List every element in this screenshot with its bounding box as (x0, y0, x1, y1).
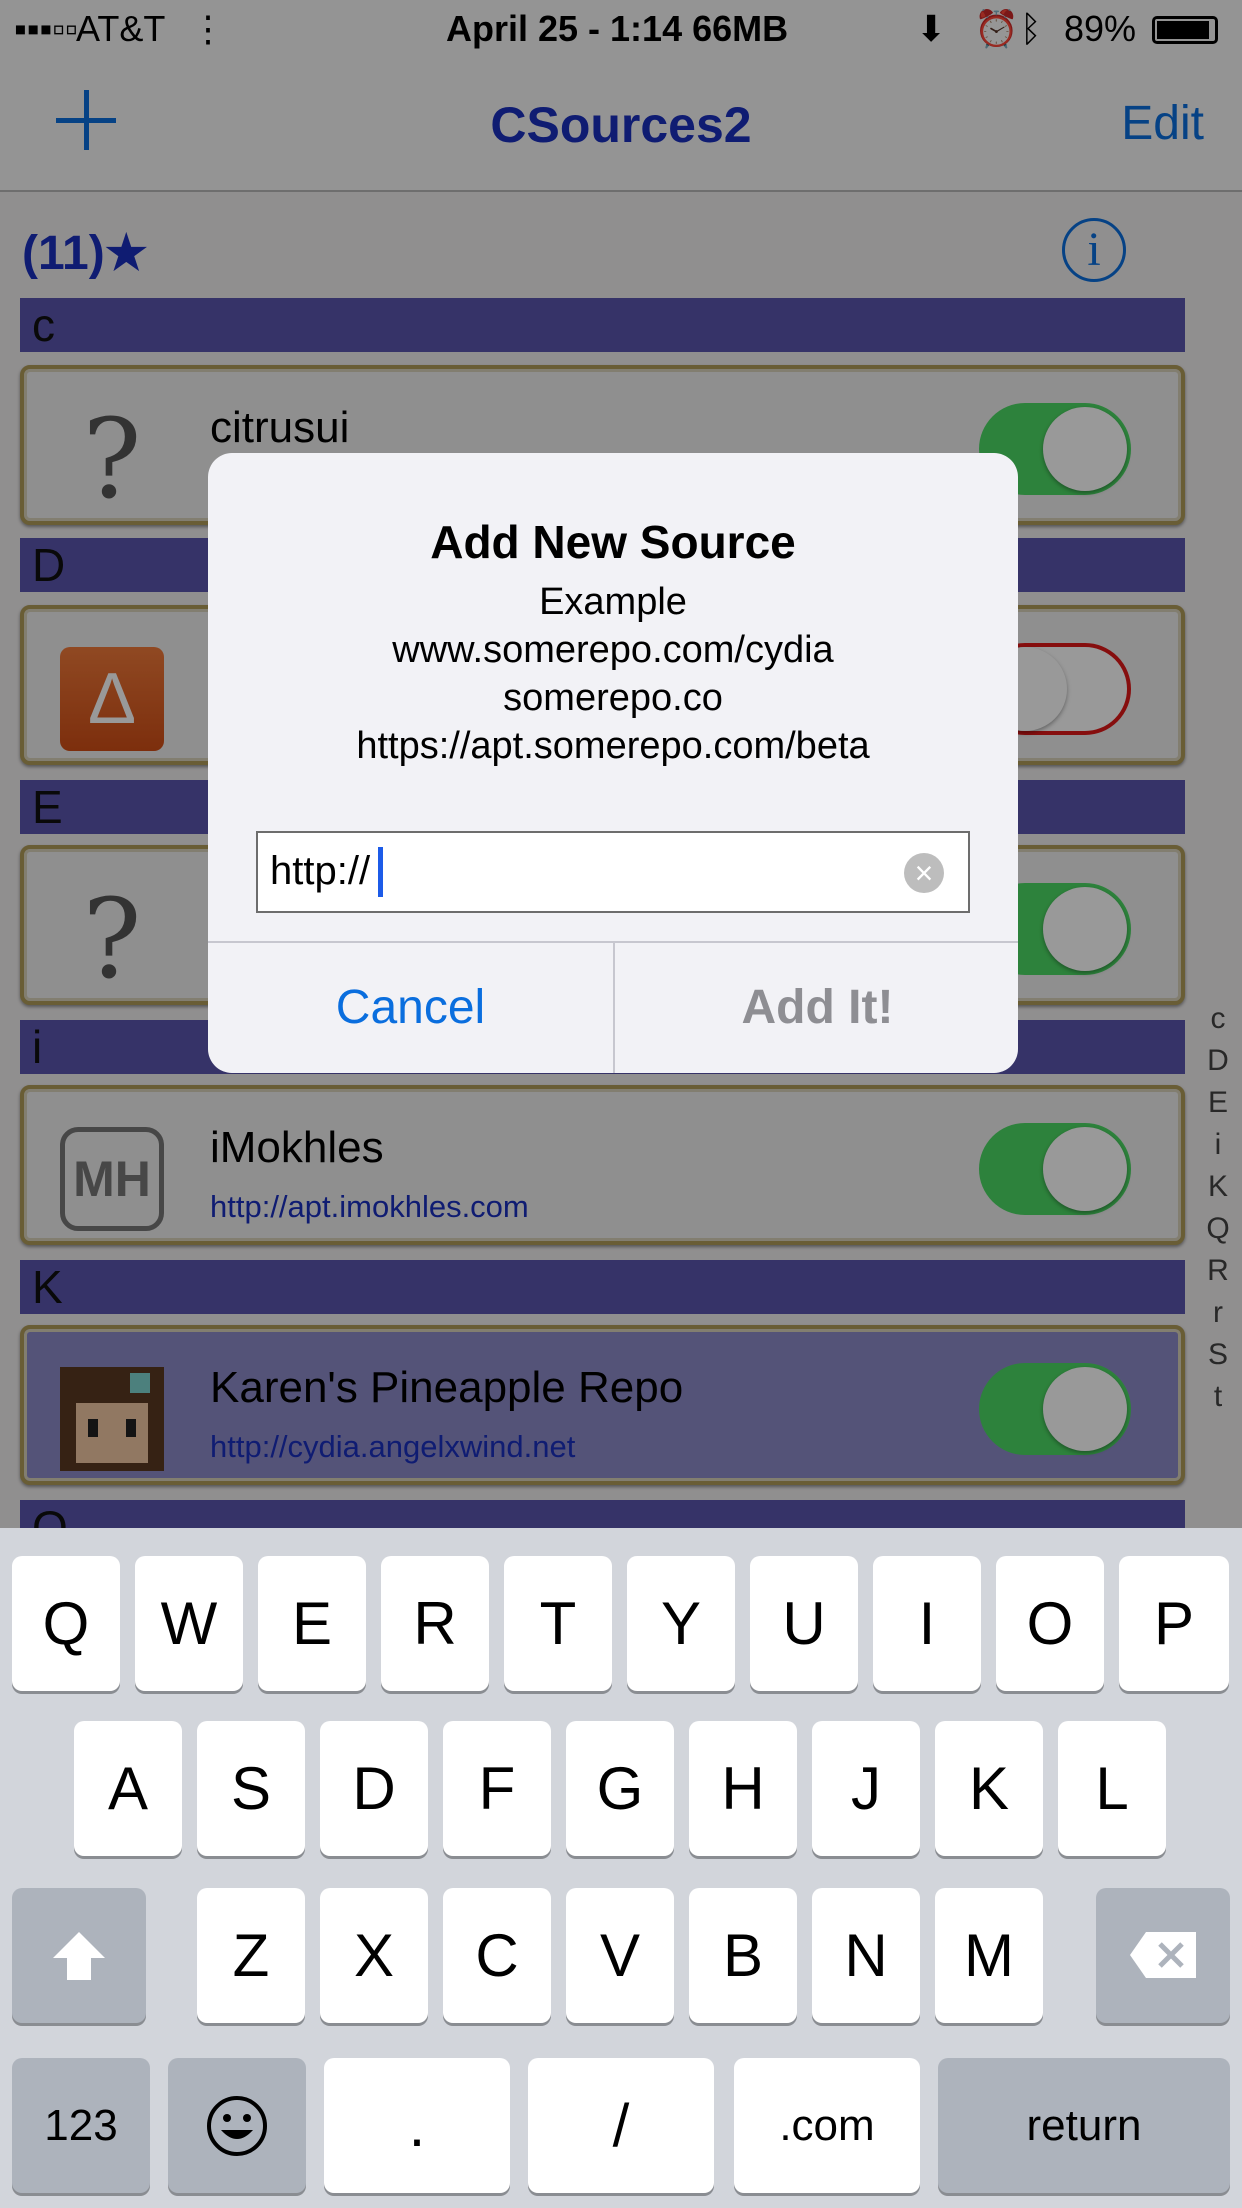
backspace-icon (1130, 1932, 1196, 1978)
key-x[interactable]: X (320, 1888, 428, 2023)
emoji-key[interactable] (168, 2058, 306, 2193)
key-h[interactable]: H (689, 1721, 797, 1856)
key-j[interactable]: J (812, 1721, 920, 1856)
key-e[interactable]: E (258, 1556, 366, 1691)
dialog-message-line: https://apt.somerepo.com/beta (356, 725, 870, 767)
add-source-dialog: Add New Source Example www.somerepo.com/… (208, 453, 1018, 1073)
key-y[interactable]: Y (627, 1556, 735, 1691)
slash-key[interactable]: / (528, 2058, 714, 2193)
key-o[interactable]: O (996, 1556, 1104, 1691)
dialog-title: Add New Source (430, 516, 796, 568)
return-key[interactable]: return (938, 2058, 1230, 2193)
key-r[interactable]: R (381, 1556, 489, 1691)
numbers-key[interactable]: 123 (12, 2058, 150, 2193)
key-i[interactable]: I (873, 1556, 981, 1691)
dialog-message-line: Example (539, 581, 687, 623)
dot-key[interactable]: . (324, 2058, 510, 2193)
key-s[interactable]: S (197, 1721, 305, 1856)
shift-key[interactable] (12, 1888, 146, 2023)
cancel-button[interactable]: Cancel (208, 943, 613, 1073)
delete-key[interactable] (1096, 1888, 1230, 2023)
key-z[interactable]: Z (197, 1888, 305, 2023)
key-k[interactable]: K (935, 1721, 1043, 1856)
dialog-message-line: www.somerepo.com/cydia (392, 629, 834, 671)
key-u[interactable]: U (750, 1556, 858, 1691)
source-url-input[interactable]: http:// × (256, 831, 970, 913)
emoji-icon (207, 2096, 267, 2156)
key-c[interactable]: C (443, 1888, 551, 2023)
text-caret (378, 847, 383, 897)
key-p[interactable]: P (1119, 1556, 1229, 1691)
shift-arrow-icon (53, 1932, 105, 1980)
key-a[interactable]: A (74, 1721, 182, 1856)
key-n[interactable]: N (812, 1888, 920, 2023)
key-l[interactable]: L (1058, 1721, 1166, 1856)
add-it-button[interactable]: Add It! (615, 943, 1018, 1073)
key-q[interactable]: Q (12, 1556, 120, 1691)
keyboard: Q W E R T Y U I O P A S D F G H J K L Z … (0, 1528, 1242, 2208)
source-url-input-text: http:// (270, 849, 371, 893)
key-d[interactable]: D (320, 1721, 428, 1856)
dotcom-key[interactable]: .com (734, 2058, 920, 2193)
dialog-message-line: somerepo.co (503, 677, 723, 719)
key-w[interactable]: W (135, 1556, 243, 1691)
key-v[interactable]: V (566, 1888, 674, 2023)
key-m[interactable]: M (935, 1888, 1043, 2023)
clear-icon[interactable]: × (904, 853, 944, 893)
key-t[interactable]: T (504, 1556, 612, 1691)
key-g[interactable]: G (566, 1721, 674, 1856)
key-f[interactable]: F (443, 1721, 551, 1856)
key-b[interactable]: B (689, 1888, 797, 2023)
